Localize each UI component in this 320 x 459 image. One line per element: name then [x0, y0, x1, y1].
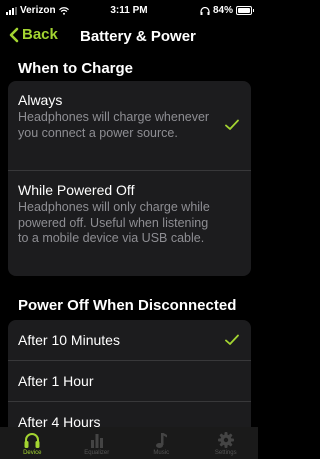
option-label: After 10 Minutes [18, 332, 120, 348]
tab-label: Settings [214, 450, 237, 456]
option-title: While Powered Off [18, 182, 135, 198]
option-while-powered-off[interactable]: While Powered Off Headphones will only c… [8, 170, 251, 276]
back-button[interactable]: Back [8, 26, 58, 43]
option-after-1-hour[interactable]: After 1 Hour [8, 360, 251, 401]
checkmark-icon [225, 334, 239, 345]
tab-label: Music [153, 450, 170, 456]
option-after-10-minutes[interactable]: After 10 Minutes [8, 320, 251, 360]
nav-bar: Back Battery & Power [0, 22, 258, 50]
page-title: Battery & Power [80, 28, 196, 45]
tab-label: Equalizer [84, 450, 110, 456]
headphones-icon [24, 433, 40, 448]
option-description: Headphones will only charge while powere… [18, 200, 210, 245]
tab-label: Device [23, 450, 42, 456]
option-label: After 1 Hour [18, 373, 94, 389]
status-bar: Verizon 3:11 PM 84% [0, 0, 258, 22]
option-always[interactable]: Always Headphones will charge whenever y… [8, 81, 251, 170]
back-label: Back [22, 26, 58, 43]
battery-percent: 84% [212, 5, 233, 16]
checkmark-icon [225, 119, 239, 130]
battery-icon [236, 6, 254, 15]
option-label: After 4 Hours [18, 414, 101, 428]
gear-icon [217, 432, 234, 448]
charge-options-card: Always Headphones will charge whenever y… [8, 81, 251, 276]
equalizer-icon [90, 434, 103, 448]
status-right: 84% [200, 5, 254, 16]
section-title-when-to-charge: When to Charge [18, 60, 133, 77]
tab-music[interactable]: Music [129, 427, 194, 459]
chevron-left-icon [9, 27, 19, 42]
music-note-icon [156, 433, 168, 448]
headphones-status-icon [200, 6, 210, 15]
option-title: Always [18, 92, 63, 108]
option-after-4-hours[interactable]: After 4 Hours [8, 401, 251, 428]
tab-bar: Device Equalizer Music Settings [0, 427, 258, 459]
power-off-options-card: After 10 Minutes After 1 Hour After 4 Ho… [8, 320, 251, 428]
section-title-power-off: Power Off When Disconnected [18, 297, 237, 314]
tab-settings[interactable]: Settings [194, 427, 259, 459]
tab-equalizer[interactable]: Equalizer [65, 427, 130, 459]
option-description: Headphones will charge whenever you conn… [18, 110, 210, 140]
tab-device[interactable]: Device [0, 427, 65, 459]
